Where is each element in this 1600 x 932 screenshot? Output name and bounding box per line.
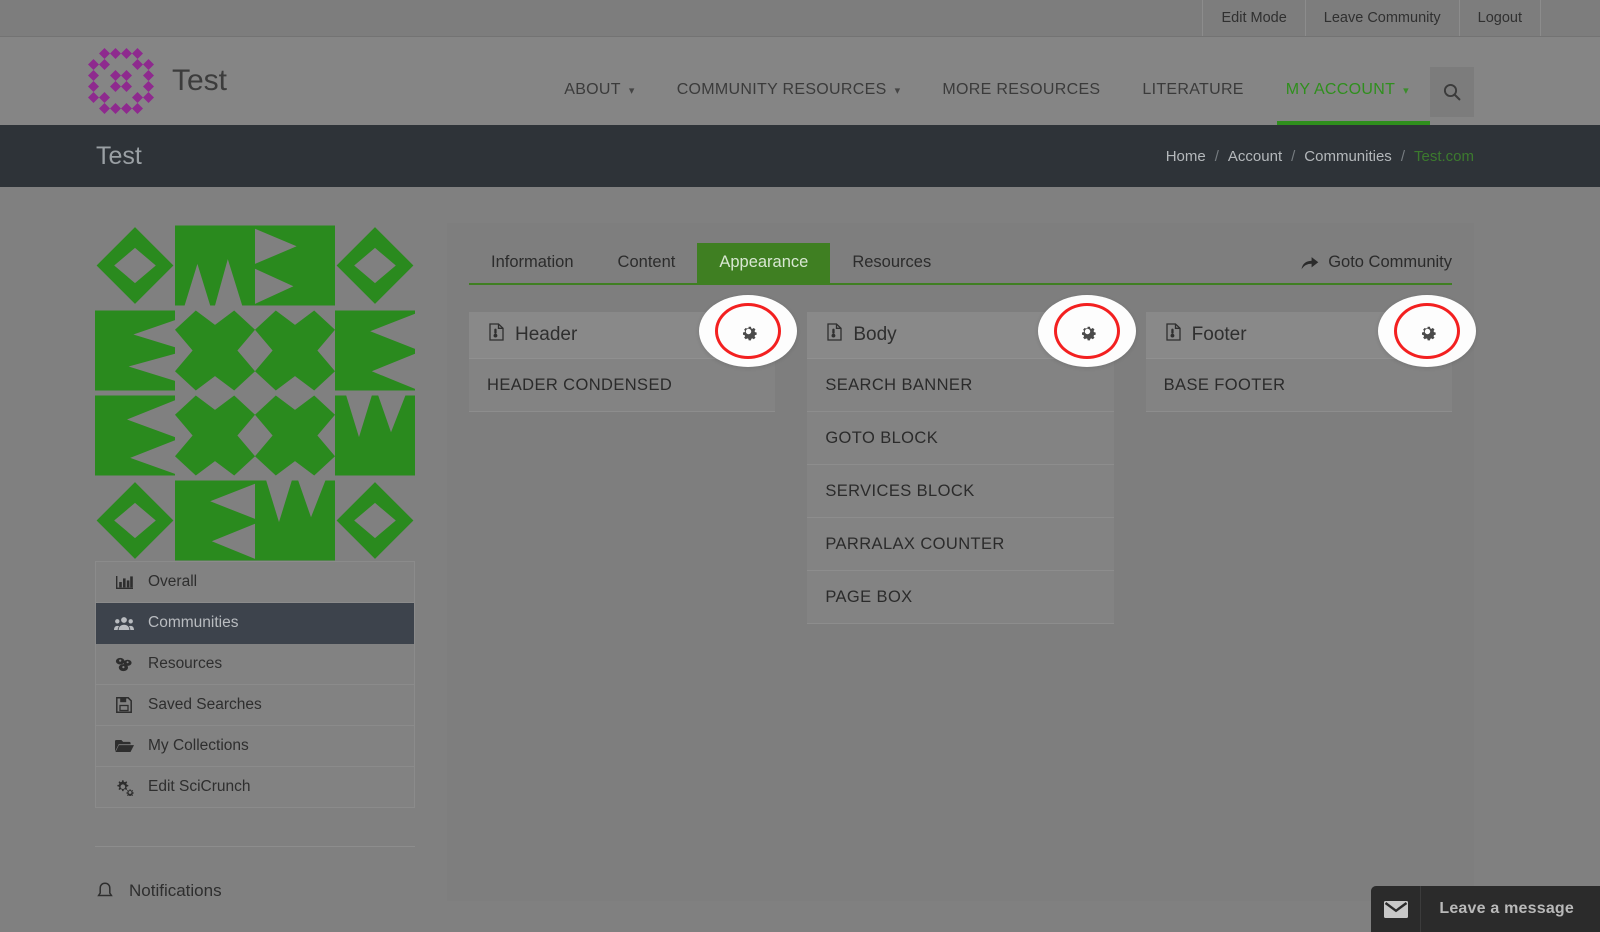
- sidebar-item-label: Overall: [148, 573, 198, 590]
- panel-list-item[interactable]: SERVICES BLOCK: [807, 465, 1114, 518]
- panel-list-item[interactable]: GOTO BLOCK: [807, 412, 1114, 465]
- chevron-down-icon: ▾: [894, 84, 901, 97]
- users-icon: [114, 616, 134, 631]
- panel-list-item[interactable]: BASE FOOTER: [1145, 359, 1452, 412]
- chevron-down-icon: ▾: [628, 84, 635, 97]
- bell-icon: [95, 882, 115, 900]
- tab-content[interactable]: Content: [596, 243, 698, 283]
- sidebar-item-notifications[interactable]: Notifications: [95, 847, 415, 901]
- sidebar-item-my-collections[interactable]: My Collections: [96, 726, 414, 767]
- panel-list-item[interactable]: SEARCH BANNER: [807, 359, 1114, 412]
- main-navigation: ABOUT ▾ COMMUNITY RESOURCES ▾ MORE RESOU…: [543, 37, 1474, 125]
- header-settings-gear-button[interactable]: [699, 295, 797, 367]
- nav-label: MORE RESOURCES: [942, 81, 1101, 98]
- utility-link-edit-mode[interactable]: Edit Mode: [1202, 0, 1304, 36]
- file-template-icon: [489, 323, 504, 347]
- panel-list-item[interactable]: HEADER CONDENSED: [469, 359, 776, 412]
- envelope-icon: [1371, 886, 1422, 932]
- appearance-content-card: Information Content Appearance Resources…: [447, 223, 1474, 901]
- brand-name: Test: [172, 64, 228, 97]
- search-icon: [1443, 83, 1461, 101]
- panel-list-item[interactable]: PAGE BOX: [807, 571, 1114, 624]
- page-root: Edit Mode Leave Community Logout Test AB…: [0, 0, 1600, 932]
- sidebar-item-label: My Collections: [148, 737, 249, 754]
- breadcrumb-separator: /: [1214, 147, 1219, 165]
- nav-item-literature[interactable]: LITERATURE: [1121, 81, 1264, 125]
- nav-label: MY ACCOUNT: [1285, 81, 1396, 98]
- breadcrumb-item-current: Test.com: [1413, 147, 1474, 165]
- leave-a-message-widget[interactable]: Leave a message: [1371, 886, 1600, 932]
- page-body: Overall Communities Resources Saved Sear…: [0, 187, 1600, 901]
- tab-appearance[interactable]: Appearance: [697, 243, 831, 283]
- nav-label: ABOUT: [564, 81, 621, 98]
- breadcrumb-separator: /: [1400, 147, 1405, 165]
- floppy-disk-icon: [114, 697, 134, 713]
- site-header: Test ABOUT ▾ COMMUNITY RESOURCES ▾ MORE …: [0, 37, 1600, 125]
- sidebar: Overall Communities Resources Saved Sear…: [0, 223, 415, 901]
- chat-widget-label: Leave a message: [1439, 900, 1574, 917]
- green-identicon-logo: [95, 223, 415, 561]
- nav-label: LITERATURE: [1142, 81, 1244, 98]
- sidebar-item-label: Saved Searches: [148, 696, 262, 713]
- purple-identicon-logo: [88, 48, 154, 114]
- title-breadcrumb-band: Test Home / Account / Communities / Test…: [0, 125, 1600, 187]
- highlight-ring: [1054, 303, 1120, 359]
- sidebar-item-overall[interactable]: Overall: [96, 562, 414, 603]
- appearance-panels: Header HEADER CONDENSED Body SEARCH BANN…: [469, 312, 1452, 624]
- nav-item-about[interactable]: ABOUT ▾: [543, 81, 655, 125]
- folder-open-icon: [114, 739, 134, 753]
- sidebar-item-label: Resources: [148, 655, 223, 672]
- search-button[interactable]: [1430, 67, 1474, 117]
- notifications-label: Notifications: [129, 881, 222, 900]
- nav-item-more-resources[interactable]: MORE RESOURCES: [921, 81, 1121, 125]
- tab-bar: Information Content Appearance Resources…: [469, 243, 1452, 285]
- nav-label: COMMUNITY RESOURCES: [676, 81, 887, 98]
- sidebar-item-label: Edit SciCrunch: [148, 778, 251, 795]
- file-template-icon: [1166, 323, 1181, 347]
- breadcrumb-item-home[interactable]: Home: [1166, 148, 1206, 165]
- page-title: Test: [96, 141, 142, 170]
- sidebar-item-edit-scicrunch[interactable]: Edit SciCrunch: [96, 767, 414, 808]
- nav-item-my-account[interactable]: MY ACCOUNT ▾: [1265, 81, 1431, 125]
- chevron-down-icon: ▾: [1403, 84, 1409, 97]
- footer-settings-gear-button[interactable]: [1378, 295, 1476, 367]
- breadcrumb-item-account[interactable]: Account: [1228, 148, 1282, 165]
- gear-icon: [1421, 326, 1436, 340]
- sidebar-item-saved-searches[interactable]: Saved Searches: [96, 685, 414, 726]
- sidebar-menu: Overall Communities Resources Saved Sear…: [95, 561, 415, 808]
- gears-icon: [114, 779, 134, 796]
- panel-title: Body: [853, 324, 897, 345]
- utility-bar: Edit Mode Leave Community Logout: [0, 0, 1600, 37]
- sidebar-item-label: Communities: [148, 614, 239, 631]
- panel-list-item[interactable]: PARRALAX COUNTER: [807, 518, 1114, 571]
- utility-link-leave-community[interactable]: Leave Community: [1304, 0, 1459, 36]
- gear-icon: [1081, 326, 1096, 340]
- body-settings-gear-button[interactable]: [1038, 295, 1136, 367]
- cubes-icon: [114, 656, 134, 672]
- bar-chart-icon: [114, 575, 134, 590]
- highlight-ring: [715, 303, 781, 359]
- sidebar-item-resources[interactable]: Resources: [96, 644, 414, 685]
- panel-title: Footer: [1191, 324, 1247, 345]
- share-arrow-icon: [1301, 256, 1319, 269]
- sidebar-item-communities[interactable]: Communities: [96, 603, 414, 644]
- panel-title: Header: [515, 324, 578, 345]
- breadcrumb-item-communities[interactable]: Communities: [1304, 148, 1392, 165]
- highlight-ring: [1394, 303, 1460, 359]
- goto-community-link[interactable]: Goto Community: [1301, 253, 1452, 283]
- breadcrumb-separator: /: [1291, 147, 1296, 165]
- utility-link-logout[interactable]: Logout: [1458, 0, 1540, 36]
- nav-item-community-resources[interactable]: COMMUNITY RESOURCES ▾: [656, 81, 922, 125]
- gear-icon: [742, 326, 757, 340]
- utility-bar-spacer: [1540, 0, 1600, 36]
- tab-resources[interactable]: Resources: [830, 243, 953, 283]
- goto-community-label: Goto Community: [1328, 253, 1452, 271]
- breadcrumb: Home / Account / Communities / Test.com: [1166, 148, 1474, 165]
- brand[interactable]: Test: [0, 48, 227, 114]
- tab-information[interactable]: Information: [469, 243, 596, 283]
- file-template-icon: [827, 323, 842, 347]
